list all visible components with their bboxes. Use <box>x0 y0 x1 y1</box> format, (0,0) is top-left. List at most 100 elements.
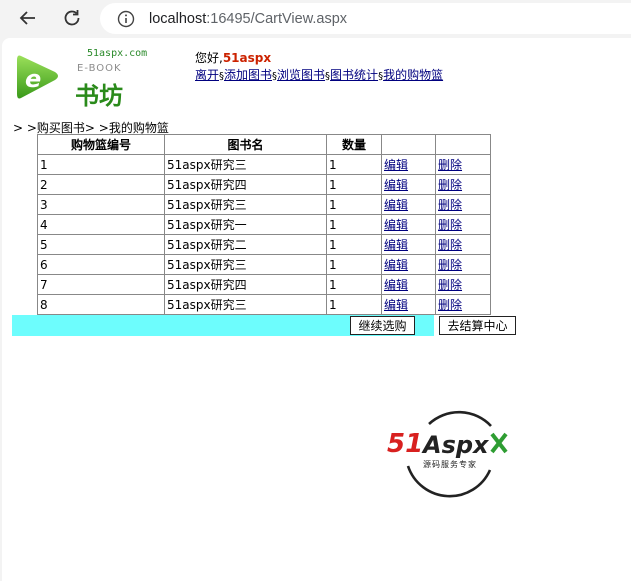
book-title-cell: 51aspx研究三 <box>164 154 327 175</box>
browser-toolbar: localhost:16495/CartView.aspx <box>0 0 631 37</box>
edit-cell: 编辑 <box>381 274 436 295</box>
book-title-cell: 51aspx研究一 <box>164 214 327 235</box>
edit-cell: 编辑 <box>381 294 436 315</box>
table-row: 4 51aspx研究一 1 编辑 删除 <box>37 214 491 235</box>
menu-add-book-link[interactable]: 添加图书 <box>224 68 272 82</box>
delete-link[interactable]: 删除 <box>438 238 462 252</box>
edit-cell: 编辑 <box>381 254 436 275</box>
edit-link[interactable]: 编辑 <box>384 258 408 272</box>
delete-link[interactable]: 删除 <box>438 258 462 272</box>
column-header-quantity: 数量 <box>326 134 382 155</box>
edit-cell: 编辑 <box>381 234 436 255</box>
column-header-cart-id: 购物篮编号 <box>37 134 165 155</box>
cart-id-cell: 4 <box>37 214 165 235</box>
brand-x-icon <box>490 432 508 454</box>
quantity-cell: 1 <box>326 294 382 315</box>
edit-link[interactable]: 编辑 <box>384 218 408 232</box>
delete-cell: 删除 <box>435 274 491 295</box>
cart-id-cell: 8 <box>37 294 165 315</box>
book-title-cell: 51aspx研究三 <box>164 194 327 215</box>
brand-51: 51 <box>387 429 424 459</box>
quantity-cell: 1 <box>326 174 382 195</box>
book-title-cell: 51aspx研究四 <box>164 274 327 295</box>
arrow-left-icon <box>19 11 35 25</box>
menu-my-cart-link[interactable]: 我的购物篮 <box>383 68 443 82</box>
url-path: :16495/CartView.aspx <box>206 10 348 27</box>
cart-id-cell: 2 <box>37 174 165 195</box>
logo-domain: 51aspx.com <box>87 48 148 59</box>
book-title-cell: 51aspx研究二 <box>164 234 327 255</box>
table-header-row: 购物篮编号 图书名 数量 <box>37 134 491 155</box>
logo-name: 书坊 <box>75 82 123 110</box>
menu-book-stats-link[interactable]: 图书统计 <box>330 68 378 82</box>
site-logo: e 51aspx.com E-BOOK 书坊 <box>15 46 155 110</box>
delete-link[interactable]: 删除 <box>438 298 462 312</box>
edit-cell: 编辑 <box>381 194 436 215</box>
delete-link[interactable]: 删除 <box>438 178 462 192</box>
back-button[interactable] <box>15 5 41 31</box>
table-row: 8 51aspx研究三 1 编辑 删除 <box>37 294 491 315</box>
brand-tagline: 源码服务专家 <box>423 460 477 469</box>
quantity-cell: 1 <box>326 274 382 295</box>
greeting-prefix: 您好, <box>195 51 223 65</box>
edit-link[interactable]: 编辑 <box>384 198 408 212</box>
delete-cell: 删除 <box>435 294 491 315</box>
edit-link[interactable]: 编辑 <box>384 178 408 192</box>
delete-link[interactable]: 删除 <box>438 218 462 232</box>
url-text[interactable]: localhost:16495/CartView.aspx <box>149 11 347 27</box>
svg-text:e: e <box>25 65 41 93</box>
delete-cell: 删除 <box>435 214 491 235</box>
quantity-cell: 1 <box>326 214 382 235</box>
quantity-cell: 1 <box>326 194 382 215</box>
edit-cell: 编辑 <box>381 174 436 195</box>
cart-id-cell: 6 <box>37 254 165 275</box>
delete-cell: 删除 <box>435 254 491 275</box>
edit-link[interactable]: 编辑 <box>384 278 408 292</box>
book-title-cell: 51aspx研究三 <box>164 294 327 315</box>
table-row: 7 51aspx研究四 1 编辑 删除 <box>37 274 491 295</box>
quantity-cell: 1 <box>326 254 382 275</box>
reload-button[interactable] <box>59 5 85 31</box>
edit-cell: 编辑 <box>381 214 436 235</box>
delete-link[interactable]: 删除 <box>438 158 462 172</box>
checkout-button[interactable]: 去结算中心 <box>439 316 516 335</box>
page-viewport: e 51aspx.com E-BOOK 书坊 您好,51aspx 离开§添加图书… <box>2 38 631 581</box>
table-row: 6 51aspx研究三 1 编辑 删除 <box>37 254 491 275</box>
continue-shopping-button[interactable]: 继续选购 <box>350 316 415 335</box>
cart-id-cell: 5 <box>37 234 165 255</box>
column-header-book-title: 图书名 <box>164 134 327 155</box>
edit-link[interactable]: 编辑 <box>384 298 408 312</box>
delete-cell: 删除 <box>435 194 491 215</box>
quantity-cell: 1 <box>326 234 382 255</box>
logo-ebook: E-BOOK <box>77 63 122 74</box>
username: 51aspx <box>222 51 272 65</box>
column-header-edit <box>381 134 436 155</box>
column-header-delete <box>435 134 491 155</box>
edit-cell: 编辑 <box>381 154 436 175</box>
edit-link[interactable]: 编辑 <box>384 158 408 172</box>
menu-logout-link[interactable]: 离开 <box>195 68 219 82</box>
delete-cell: 删除 <box>435 234 491 255</box>
delete-cell: 删除 <box>435 154 491 175</box>
reload-icon <box>64 10 80 26</box>
edit-link[interactable]: 编辑 <box>384 238 408 252</box>
delete-link[interactable]: 删除 <box>438 198 462 212</box>
info-icon[interactable] <box>117 10 135 28</box>
table-row: 5 51aspx研究二 1 编辑 删除 <box>37 234 491 255</box>
book-title-cell: 51aspx研究三 <box>164 254 327 275</box>
cart-id-cell: 1 <box>37 154 165 175</box>
table-row: 1 51aspx研究三 1 编辑 删除 <box>37 154 491 175</box>
table-row: 3 51aspx研究三 1 编辑 删除 <box>37 194 491 215</box>
greeting: 您好,51aspx <box>195 49 271 66</box>
cart-table: 购物篮编号 图书名 数量 1 51aspx研究三 1 编辑 删除 2 51asp… <box>37 134 491 315</box>
brand-logo: 51 Aspx 源码服务专家 <box>385 398 515 498</box>
url-host: localhost <box>149 10 207 27</box>
main-menu: 离开§添加图书§浏览图书§图书统计§我的购物篮 <box>195 66 443 83</box>
cart-id-cell: 7 <box>37 274 165 295</box>
delete-link[interactable]: 删除 <box>438 278 462 292</box>
quantity-cell: 1 <box>326 154 382 175</box>
menu-browse-books-link[interactable]: 浏览图书 <box>277 68 325 82</box>
delete-cell: 删除 <box>435 174 491 195</box>
cart-id-cell: 3 <box>37 194 165 215</box>
address-bar[interactable]: localhost:16495/CartView.aspx <box>100 3 631 34</box>
